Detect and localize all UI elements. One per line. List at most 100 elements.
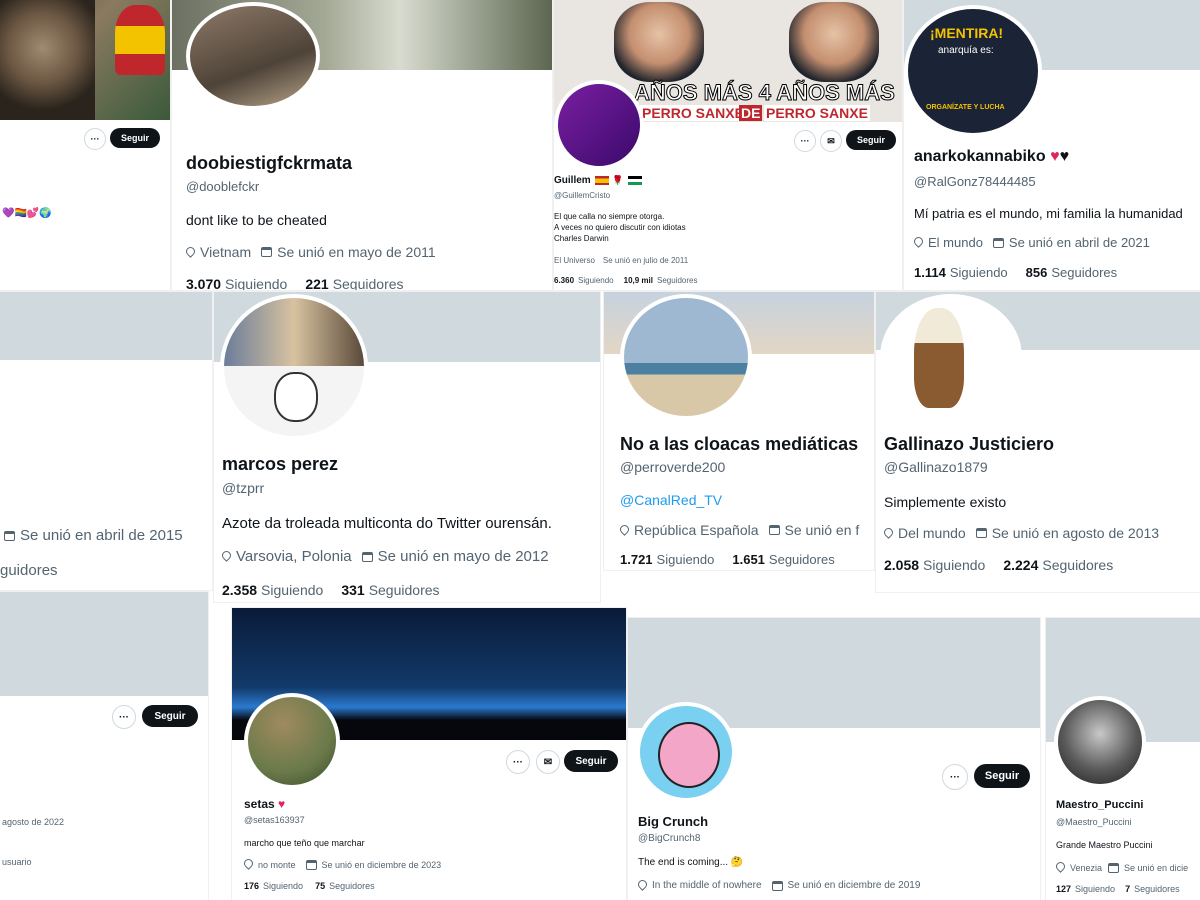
- profile-card-1: ··· Seguir 💜🏳️‍🌈💕🌍: [0, 0, 170, 290]
- join-date: Se unió en mayo de 2011: [277, 244, 436, 260]
- bio: dont like to be cheated: [186, 212, 327, 228]
- display-name: anarkokannabiko ♥♥: [914, 148, 1070, 165]
- following-link[interactable]: 6.360 Siguiendo: [554, 276, 614, 285]
- followers-link[interactable]: 856 Seguidores: [1026, 265, 1117, 280]
- avatar: [880, 294, 1022, 420]
- profile-meta: usuario: [2, 857, 32, 867]
- spain-flag-icon: [595, 175, 610, 185]
- username: @Gallinazo1879: [884, 459, 988, 475]
- profile-card-anarkokannabiko: ¡MENTIRA! anarquía es: ORGANÍZATE Y LUCH…: [904, 0, 1200, 290]
- profile-meta: Se unió en abril de 2015: [4, 527, 183, 544]
- more-options-button[interactable]: ···: [112, 705, 136, 729]
- location: El Universo: [554, 256, 595, 265]
- message-icon[interactable]: ✉: [536, 750, 560, 774]
- followers-link[interactable]: 2.224 Seguidores: [1003, 557, 1113, 573]
- display-name: Maestro_Puccini: [1056, 799, 1144, 811]
- troll-face-icon: [274, 372, 318, 422]
- following-link[interactable]: 176 Siguiendo: [244, 881, 303, 891]
- display-name: Big Crunch: [638, 814, 709, 829]
- location-icon: [638, 880, 647, 891]
- followers-link[interactable]: guidores: [0, 562, 58, 579]
- rose-icon: 🌹: [612, 175, 624, 185]
- location-icon: [1056, 862, 1065, 873]
- following-link[interactable]: 2.358 Siguiendo: [222, 582, 323, 598]
- profile-meta: República Española Se unió en f: [620, 522, 859, 538]
- banner-caption: AÑOS MÁS 4 AÑOS MÁS: [634, 80, 896, 106]
- followers-link[interactable]: 331 Seguidores: [341, 582, 439, 598]
- join-date: Se unió en dicie: [1124, 862, 1189, 873]
- avatar: [554, 80, 644, 170]
- follow-button[interactable]: Seguir: [846, 130, 896, 150]
- follow-button[interactable]: Seguir: [110, 128, 160, 148]
- join-date: Se unió en f: [784, 522, 860, 538]
- more-options-button[interactable]: ···: [506, 750, 530, 774]
- avatar: [1054, 696, 1146, 788]
- follow-button[interactable]: Seguir: [142, 705, 198, 727]
- follow-stats: 127 Siguiendo 7 Seguidores: [1056, 884, 1180, 894]
- more-options-button[interactable]: ···: [942, 764, 968, 790]
- bio-line: El que calla no siempre otorga.: [554, 212, 665, 221]
- bio: The end is coming... 🤔: [638, 857, 744, 868]
- calendar-icon: [768, 525, 780, 535]
- calendar-icon: [975, 528, 987, 538]
- profile-meta: no monte Se unió en diciembre de 2023: [244, 859, 441, 870]
- following-link[interactable]: 1.721 Siguiendo: [620, 552, 714, 567]
- avatar: [186, 2, 320, 110]
- followers-link[interactable]: 75 Seguidores: [315, 881, 375, 891]
- profile-meta: Del mundo Se unió en agosto de 2013: [884, 525, 1159, 541]
- bio-link[interactable]: @CanalRed_TV: [620, 492, 722, 508]
- location: Varsovia, Polonia: [236, 548, 352, 565]
- banner: [0, 592, 208, 696]
- cartoon-character-icon: [658, 722, 720, 788]
- more-options-button[interactable]: ···: [794, 130, 816, 152]
- message-icon[interactable]: ✉: [820, 130, 842, 152]
- followers-link[interactable]: 7 Seguidores: [1125, 884, 1180, 894]
- banner-flag-figure: [115, 5, 165, 75]
- red-heart-icon: ♥: [278, 797, 286, 811]
- location-icon: [186, 247, 195, 258]
- join-date: Se unió en diciembre de 2019: [787, 880, 921, 891]
- location: República Española: [634, 522, 759, 538]
- username: @dooblefckr: [186, 179, 260, 194]
- following-link[interactable]: 2.058 Siguiendo: [884, 557, 985, 573]
- follow-button[interactable]: Seguir: [564, 750, 618, 772]
- following-link[interactable]: 127 Siguiendo: [1056, 884, 1115, 894]
- avatar: [220, 294, 368, 440]
- more-options-button[interactable]: ···: [84, 128, 106, 150]
- calendar-icon: [4, 530, 15, 541]
- calendar-icon: [361, 551, 373, 562]
- bio: Grande Maestro Puccini: [1056, 840, 1153, 850]
- location-icon: [884, 528, 893, 539]
- following-link[interactable]: 3.070 Siguiendo: [186, 276, 287, 290]
- profile-meta: In the middle of nowhere Se unió en dici…: [638, 880, 920, 891]
- profile-card-cloacas: No a las cloacas mediáticas @perroverde2…: [604, 292, 874, 570]
- profile-card-maestro-puccini: Maestro_Puccini @Maestro_Puccini Grande …: [1046, 618, 1200, 900]
- followers-link[interactable]: 10,9 mil Seguidores: [624, 276, 698, 285]
- profile-card-big-crunch: ··· Seguir Big Crunch @BigCrunch8 The en…: [628, 618, 1040, 900]
- followers-link[interactable]: 221 Seguidores: [305, 276, 403, 290]
- bio: Simplemente existo: [884, 494, 1007, 510]
- followers-link[interactable]: 1.651 Seguidores: [732, 552, 834, 567]
- calendar-icon: [771, 880, 783, 891]
- username: @BigCrunch8: [638, 833, 701, 844]
- location: El mundo: [928, 235, 983, 250]
- follow-stats: 1.721 Siguiendo 1.651 Seguidores: [620, 552, 835, 567]
- location-icon: [620, 525, 629, 536]
- profile-meta: El Universo Se unió en julio de 2011: [554, 256, 688, 265]
- username: @perroverde200: [620, 459, 726, 475]
- location-icon: [244, 859, 253, 870]
- follow-stats: 176 Siguiendo 75 Seguidores: [244, 881, 375, 891]
- display-name: setas ♥: [244, 797, 286, 811]
- follow-button[interactable]: Seguir: [974, 764, 1030, 788]
- profile-card-5: Se unió en abril de 2015 guidores: [0, 292, 212, 590]
- bio: marcho que teño que marchar: [244, 838, 365, 848]
- calendar-icon: [261, 247, 273, 257]
- username: @tzprr: [222, 480, 265, 496]
- profile-meta: Vietnam Se unió en mayo de 2011: [186, 244, 436, 260]
- bio: Mí patria es el mundo, mi familia la hum…: [914, 206, 1183, 221]
- location: Del mundo: [898, 525, 966, 541]
- avatar: [636, 702, 736, 802]
- follow-stats: guidores: [0, 562, 58, 579]
- bio: Azote da troleada multiconta do Twitter …: [222, 515, 552, 532]
- following-link[interactable]: 1.114 Siguiendo: [914, 265, 1008, 280]
